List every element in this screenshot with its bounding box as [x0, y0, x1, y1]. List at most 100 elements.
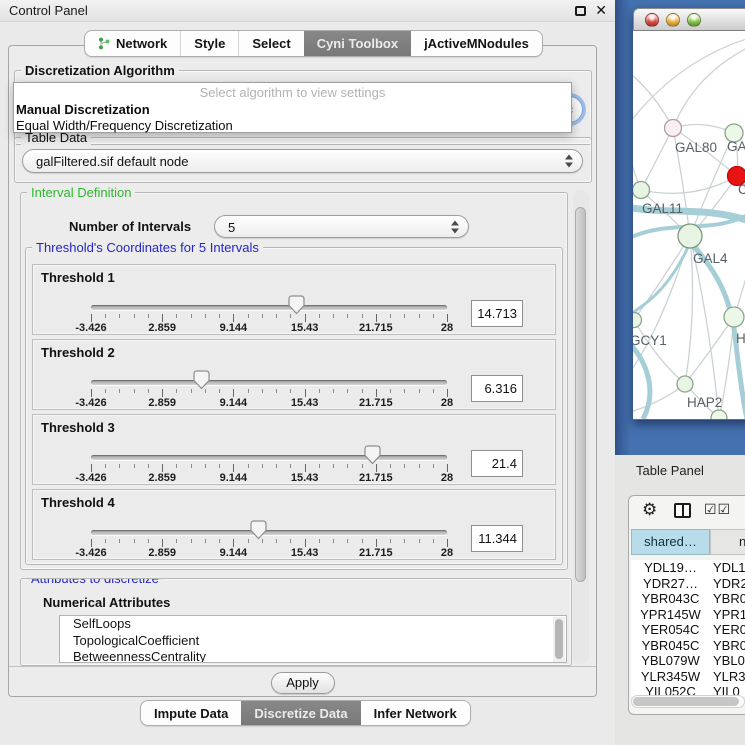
slider-tick: [176, 389, 177, 393]
group-title: Threshold's Coordinates for 5 Intervals: [32, 240, 263, 255]
attributes-list[interactable]: SelfLoopsTopologicalCoefficientBetweenne…: [59, 615, 567, 663]
column-header-2[interactable]: na: [710, 529, 745, 555]
table-row[interactable]: YDR27…YDR2: [631, 576, 745, 592]
panel-scrollbar[interactable]: [573, 190, 589, 664]
application-root: Control Panel ✕ NetworkStyleSelectCyni T…: [0, 0, 745, 745]
slider-tick: [176, 314, 177, 318]
node-label: H: [736, 331, 745, 346]
slider-tick: [191, 539, 192, 543]
cell-name: YBL0: [710, 653, 745, 669]
table-row[interactable]: YER054CYER0: [631, 622, 745, 638]
table-row[interactable]: YBR045CYBR0: [631, 638, 745, 654]
slider-ticks: [91, 389, 448, 398]
gear-icon[interactable]: ⚙: [642, 500, 657, 520]
network-edge: [633, 71, 673, 128]
tab-discretize-data[interactable]: Discretize Data: [241, 701, 360, 725]
network-node-h[interactable]: [724, 307, 744, 327]
slider-tick: [105, 314, 106, 318]
tab-impute-data[interactable]: Impute Data: [141, 701, 241, 725]
table-data-combobox[interactable]: galFiltered.sif default node: [22, 149, 583, 173]
slider-tick: [134, 464, 135, 468]
slider-tick: [419, 464, 420, 468]
slider-tick: [219, 539, 220, 543]
slider-tick: [219, 389, 220, 393]
network-canvas[interactable]: GAL80GACGAL11GAL4GCY1HHAP2: [633, 31, 745, 419]
slider-track[interactable]: [91, 455, 447, 460]
slider-tick: [105, 389, 106, 393]
network-node-bottom[interactable]: [711, 410, 727, 419]
network-node-hap2[interactable]: [677, 376, 693, 392]
slider-tick: [91, 389, 92, 397]
table-row[interactable]: YLR345WYLR3: [631, 669, 745, 685]
threshold-value-field[interactable]: 11.344: [471, 525, 523, 552]
stepper-icon[interactable]: [451, 220, 459, 233]
num-intervals-combobox[interactable]: 5: [214, 215, 469, 238]
slider-handle[interactable]: [288, 295, 305, 315]
slider-handle[interactable]: [364, 445, 381, 465]
tab-style[interactable]: Style: [180, 31, 238, 56]
table-row[interactable]: YBL079WYBL0: [631, 653, 745, 669]
table-row[interactable]: YPR145WYPR1: [631, 607, 745, 623]
combobox-value: galFiltered.sif default node: [36, 154, 188, 169]
tab-select[interactable]: Select: [238, 31, 303, 56]
threshold-value-field[interactable]: 21.4: [471, 450, 523, 477]
panel-title: Control Panel: [9, 3, 88, 18]
slider-tick: [134, 539, 135, 543]
apply-button[interactable]: Apply: [271, 672, 335, 694]
tab-label: Discretize Data: [254, 706, 347, 721]
traffic-light-minimize-icon[interactable]: [666, 13, 680, 27]
list-item-topologicalcoefficient[interactable]: TopologicalCoefficient: [60, 633, 566, 650]
traffic-light-zoom-icon[interactable]: [687, 13, 701, 27]
tab-cyni-toolbox[interactable]: Cyni Toolbox: [304, 31, 411, 56]
network-node-gal11[interactable]: [633, 182, 650, 199]
slider-tick: [362, 464, 363, 468]
network-node-gal80[interactable]: [665, 120, 682, 137]
table-row[interactable]: YBR043CYBR0: [631, 591, 745, 607]
tick-label: 15.43: [291, 472, 319, 484]
cell-name: YLR3: [710, 669, 745, 685]
list-item-selfloops[interactable]: SelfLoops: [60, 616, 566, 633]
threshold-value-field[interactable]: 6.316: [471, 375, 523, 402]
tab-jactivemnodules[interactable]: jActiveMNodules: [411, 31, 542, 56]
algorithm-dropdown-popup: Select algorithm to view settings Manual…: [13, 82, 572, 133]
slider-tick: [119, 314, 120, 318]
slider-tick: [419, 389, 420, 393]
scrollbar-thumb[interactable]: [633, 697, 739, 706]
slider-tick: [447, 314, 448, 322]
network-node-gal4[interactable]: [678, 224, 702, 248]
slider-tick: [404, 539, 405, 543]
slider-handle[interactable]: [250, 520, 267, 540]
tab-infer-network[interactable]: Infer Network: [361, 701, 470, 725]
algorithm-option-manual-discretization[interactable]: Manual Discretization: [14, 102, 571, 118]
network-window-titlebar[interactable]: [633, 8, 745, 31]
scrollbar-thumb[interactable]: [575, 207, 586, 582]
slider-tick: [91, 539, 92, 547]
slider-track[interactable]: [91, 305, 447, 310]
network-node-gcy1[interactable]: [633, 313, 642, 328]
slider-tick: [248, 314, 249, 318]
threshold-value-field[interactable]: 14.713: [471, 300, 523, 327]
list-scrollbar[interactable]: [553, 617, 565, 663]
slider-tick: [191, 314, 192, 318]
column-header-1[interactable]: shared…: [631, 529, 710, 555]
slider-track[interactable]: [91, 530, 447, 535]
slider-track[interactable]: [91, 380, 447, 385]
list-item-betweennesscentrality[interactable]: BetweennessCentrality: [60, 649, 566, 663]
stepper-icon[interactable]: [565, 155, 573, 168]
float-window-icon[interactable]: [575, 6, 586, 16]
cell-shared-name: YBR043C: [631, 591, 710, 607]
columns-icon[interactable]: [674, 503, 691, 518]
slider-tick: [447, 539, 448, 547]
algorithm-option-equal-width-frequency-discretization[interactable]: Equal Width/Frequency Discretization: [14, 118, 571, 134]
close-icon[interactable]: ✕: [595, 2, 607, 19]
slider-tick: [191, 464, 192, 468]
table-hscrollbar[interactable]: [631, 695, 745, 708]
node-label: GA: [727, 139, 745, 154]
table-row[interactable]: YDL19…YDL1: [631, 560, 745, 576]
tab-network[interactable]: Network: [85, 31, 180, 56]
slider-handle[interactable]: [193, 370, 210, 390]
tick-label: 2.859: [148, 322, 176, 334]
traffic-light-close-icon[interactable]: [645, 13, 659, 27]
checkbox-icons[interactable]: ☑☑: [704, 501, 731, 518]
cell-name: YDL1: [710, 560, 745, 576]
